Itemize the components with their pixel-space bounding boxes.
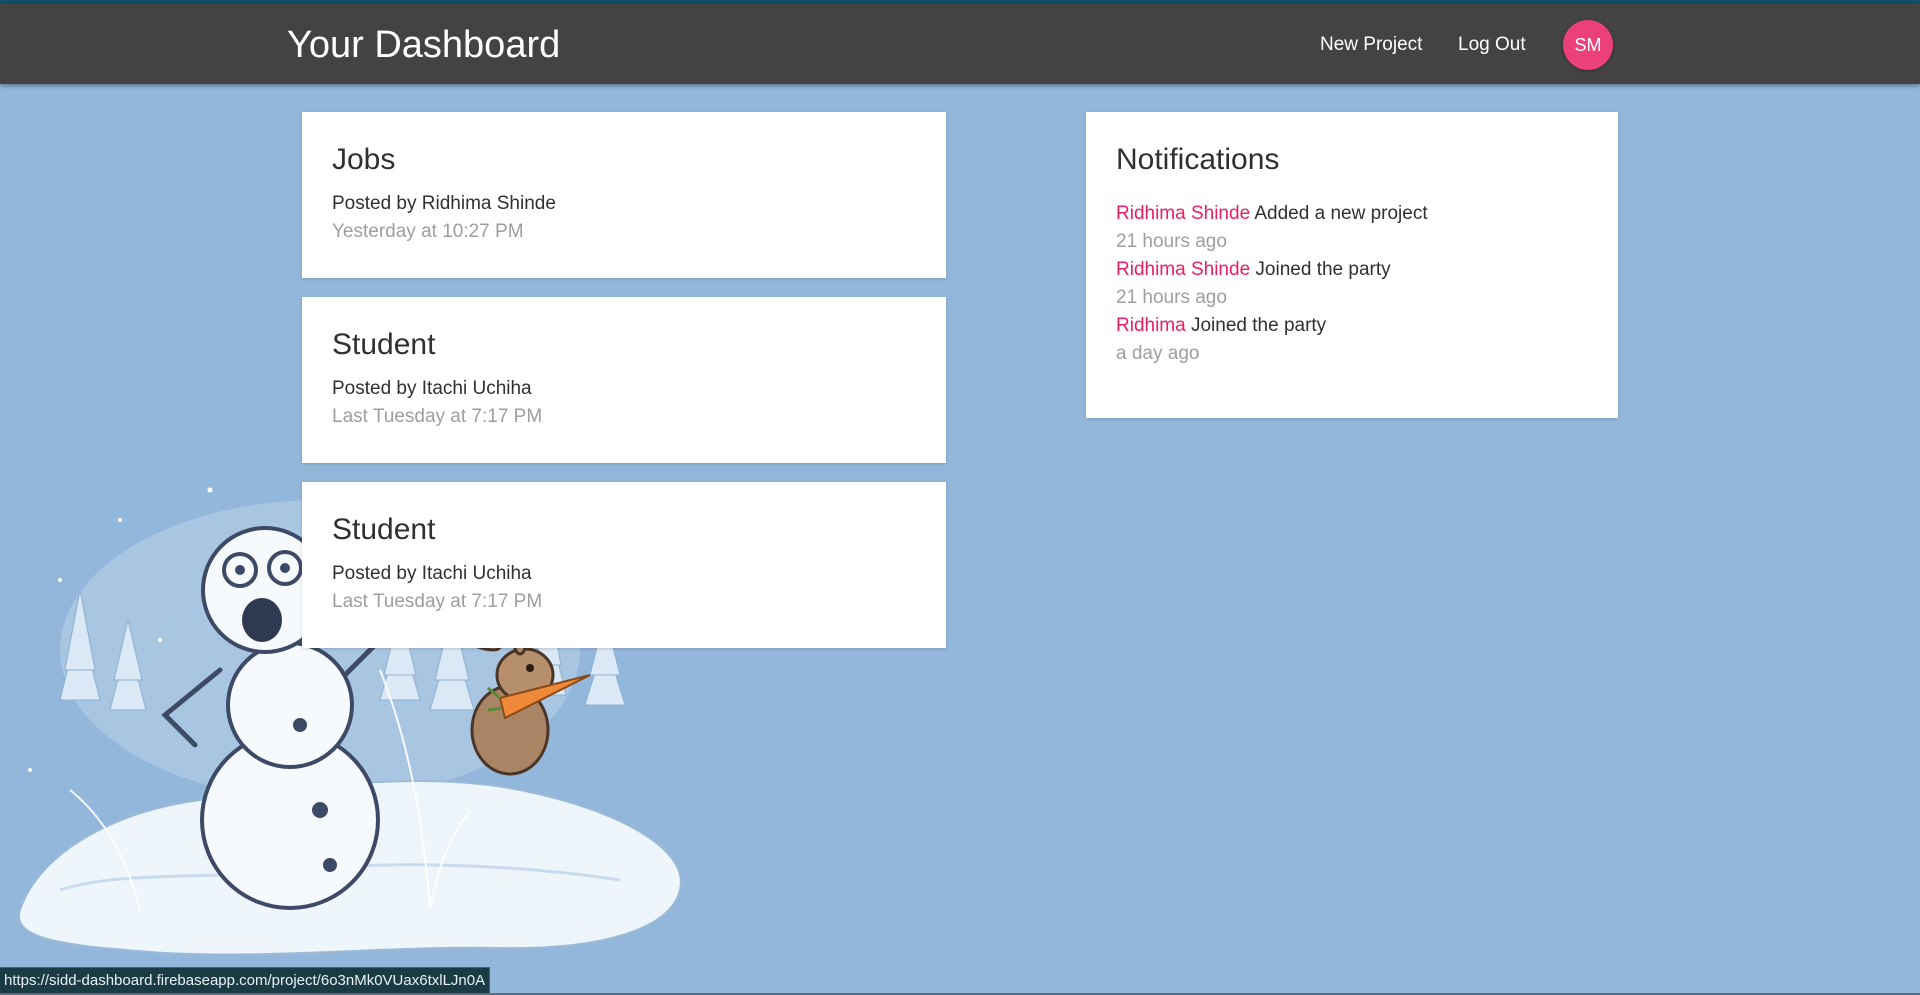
notification-item: Ridhima Shinde Joined the party 21 hours…: [1116, 256, 1428, 312]
dashboard-brand-link[interactable]: Your Dashboard: [287, 21, 560, 69]
notification-line: Ridhima Shinde Joined the party: [1116, 256, 1428, 284]
log-out-link[interactable]: Log Out: [1458, 31, 1526, 59]
notification-item: Ridhima Joined the party a day ago: [1116, 312, 1428, 368]
project-author: Posted by Itachi Uchiha: [332, 563, 532, 584]
notification-user[interactable]: Ridhima Shinde: [1116, 259, 1250, 280]
project-date: Last Tuesday at 7:17 PM: [332, 406, 543, 427]
project-author: Posted by Itachi Uchiha: [332, 378, 532, 399]
project-date: Yesterday at 10:27 PM: [332, 221, 524, 242]
notifications-title: Notifications: [1116, 143, 1280, 176]
notification-content: Joined the party: [1190, 315, 1327, 336]
new-project-link[interactable]: New Project: [1320, 31, 1422, 59]
project-date: Last Tuesday at 7:17 PM: [332, 591, 543, 612]
project-author: Posted by Ridhima Shinde: [332, 193, 556, 214]
notification-user[interactable]: Ridhima: [1116, 315, 1186, 336]
notification-time: 21 hours ago: [1116, 287, 1227, 308]
link-preview-status-bar: https://sidd-dashboard.firebaseapp.com/p…: [0, 967, 491, 994]
notification-line: Ridhima Shinde Added a new project: [1116, 200, 1428, 228]
notification-content: Added a new project: [1254, 203, 1428, 224]
notifications-card: Notifications Ridhima Shinde Added a new…: [1086, 112, 1618, 418]
project-title: Student: [332, 513, 436, 546]
project-card[interactable]: Student Posted by Itachi Uchiha Last Tue…: [302, 297, 946, 463]
notification-line: Ridhima Joined the party: [1116, 312, 1428, 340]
user-avatar[interactable]: SM: [1563, 20, 1613, 70]
notification-content: Joined the party: [1255, 259, 1391, 280]
notification-item: Ridhima Shinde Added a new project 21 ho…: [1116, 200, 1428, 256]
project-card[interactable]: Student Posted by Itachi Uchiha Last Tue…: [302, 482, 946, 648]
navbar: Your Dashboard New Project Log Out SM: [0, 4, 1920, 84]
project-card[interactable]: Jobs Posted by Ridhima Shinde Yesterday …: [302, 112, 946, 278]
project-title: Jobs: [332, 143, 396, 176]
project-title: Student: [332, 328, 436, 361]
notification-user[interactable]: Ridhima Shinde: [1116, 203, 1250, 224]
notification-time: 21 hours ago: [1116, 231, 1227, 252]
notification-time: a day ago: [1116, 343, 1200, 364]
notifications-list: Ridhima Shinde Added a new project 21 ho…: [1116, 200, 1428, 368]
